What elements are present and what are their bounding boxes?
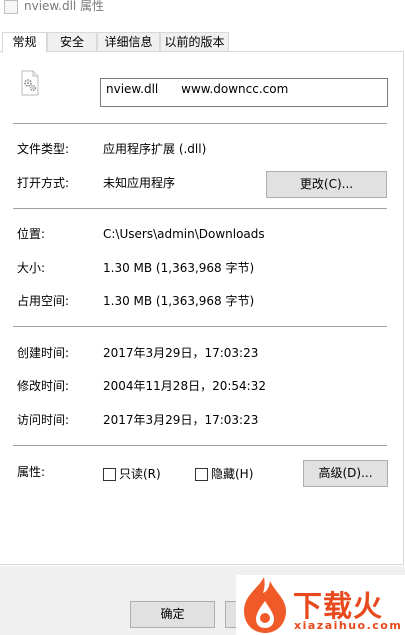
size-on-disk-value: 1.30 MB (1,363,968 字节) [103, 294, 255, 308]
watermark-brand: 下载火 [293, 589, 384, 623]
created-label: 创建时间: [17, 346, 70, 360]
separator [13, 326, 387, 327]
readonly-checkbox[interactable] [103, 468, 116, 481]
hidden-checkbox[interactable] [195, 468, 208, 481]
title-bar: nview.dll 属性 [0, 0, 405, 30]
window-file-icon [4, 0, 18, 14]
file-name-field[interactable]: nview.dll www.downcc.com [100, 78, 388, 107]
tab-security[interactable]: 安全 [47, 32, 97, 51]
change-button[interactable]: 更改(C)... [266, 171, 387, 198]
ok-button[interactable]: 确定 [130, 601, 215, 628]
window-title: nview.dll 属性 [24, 0, 105, 13]
location-value: C:\Users\admin\Downloads [103, 227, 265, 241]
open-with-label: 打开方式: [17, 176, 70, 190]
tab-previous-versions[interactable]: 以前的版本 [160, 32, 229, 51]
modified-value: 2004年11月28日，20:54:32 [103, 379, 266, 393]
created-value: 2017年3月29日，17:03:23 [103, 346, 259, 360]
readonly-label[interactable]: 只读(R) [119, 466, 161, 482]
tab-general[interactable]: 常规 [2, 32, 47, 53]
separator [13, 208, 387, 209]
accessed-value: 2017年3月29日，17:03:23 [103, 413, 259, 427]
file-type-label: 文件类型: [17, 142, 70, 156]
tab-details[interactable]: 详细信息 [97, 32, 160, 51]
file-type-value: 应用程序扩展 (.dll) [103, 142, 207, 156]
separator [13, 123, 387, 124]
tab-strip: 常规 安全 详细信息 以前的版本 [0, 32, 405, 53]
attributes-label: 属性: [17, 465, 46, 479]
accessed-label: 访问时间: [17, 413, 70, 427]
modified-label: 修改时间: [17, 379, 70, 393]
watermark-domain: xiazaihuo.com [294, 619, 403, 632]
size-value: 1.30 MB (1,363,968 字节) [103, 261, 255, 275]
advanced-button[interactable]: 高级(D)... [303, 460, 388, 487]
location-label: 位置: [17, 227, 46, 241]
dll-file-gear-icon [21, 70, 39, 96]
separator [13, 445, 387, 446]
size-on-disk-label: 占用空间: [17, 294, 70, 308]
open-with-value: 未知应用程序 [103, 176, 176, 190]
hidden-label[interactable]: 隐藏(H) [211, 466, 253, 482]
size-label: 大小: [17, 261, 46, 275]
